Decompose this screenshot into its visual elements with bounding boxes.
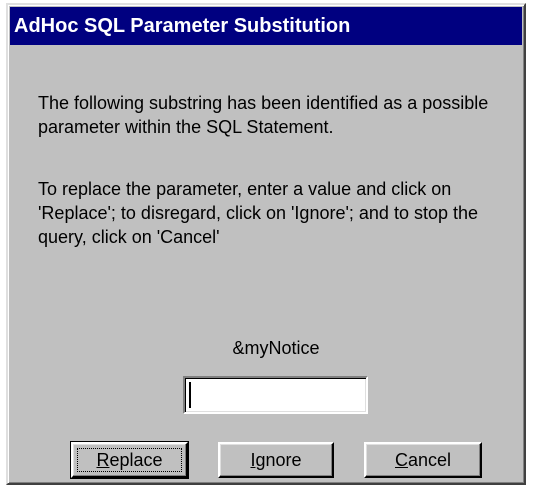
parameter-name-label: &myNotice — [232, 338, 320, 358]
ignore-button[interactable]: Ignore — [218, 442, 334, 478]
cancel-button[interactable]: Cancel — [364, 442, 482, 478]
focus-rectangle — [77, 448, 182, 472]
parameter-value-input[interactable] — [183, 376, 368, 414]
cancel-label-rest: ancel — [407, 450, 452, 470]
identified-substring-message: The following substring has been identif… — [38, 93, 489, 137]
replace-button[interactable]: Replace — [70, 441, 189, 479]
ignore-label-rest: gnore — [255, 450, 302, 470]
dialog-title[interactable]: AdHoc SQL Parameter Substitution — [10, 7, 522, 45]
instructions-message: To replace the parameter, enter a value … — [38, 179, 478, 247]
cancel-mnemonic: C — [394, 450, 408, 470]
text-cursor — [189, 382, 191, 408]
parameter-substitution-dialog: AdHoc SQL Parameter Substitution The fol… — [6, 3, 526, 485]
